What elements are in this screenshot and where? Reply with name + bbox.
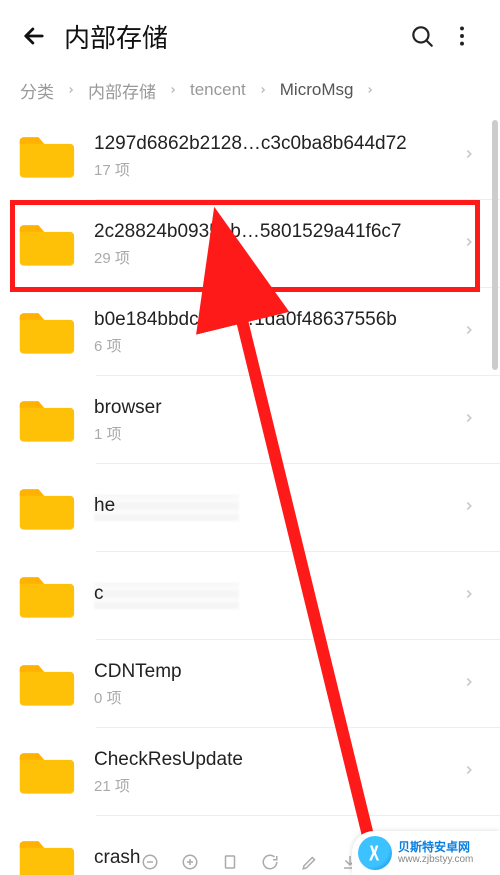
folder-text: 1297d6862b2128…c3c0ba8b644d72 17 项: [94, 133, 456, 180]
tool-icon[interactable]: [141, 853, 159, 871]
search-icon[interactable]: [402, 16, 442, 56]
folder-icon: [16, 659, 76, 709]
folder-row[interactable]: 1297d6862b2128…c3c0ba8b644d72 17 项: [0, 112, 500, 200]
folder-name: browser: [94, 397, 456, 419]
tool-icon[interactable]: [181, 853, 199, 871]
breadcrumb-item[interactable]: MicroMsg: [280, 80, 354, 100]
folder-item-count: 0 项: [94, 687, 456, 708]
folder-row[interactable]: b0e184bbdc4a ff…1da0f48637556b 6 项: [0, 288, 500, 376]
chevron-right-icon: [462, 763, 478, 782]
folder-name: CDNTemp: [94, 661, 456, 683]
folder-icon: [16, 483, 76, 533]
breadcrumb-item[interactable]: 内部存储: [88, 78, 156, 103]
folder-item-count: 21 项: [94, 775, 456, 796]
folder-text: b0e184bbdc4a ff…1da0f48637556b 6 项: [94, 309, 456, 356]
folder-text: 2c28824b0935ab…5801529a41f6c7 29 项: [94, 221, 456, 268]
watermark: 贝斯特安卓网 www.zjbstyy.com: [352, 831, 500, 875]
scrollbar[interactable]: [492, 120, 498, 370]
chevron-right-icon: [462, 499, 478, 518]
chevron-right-icon: [168, 85, 178, 95]
folder-text: CheckResUpdate 21 项: [94, 749, 456, 796]
folder-icon: [16, 219, 76, 269]
folder-text: c: [94, 583, 456, 609]
bottom-toolbar: [141, 853, 359, 871]
folder-row[interactable]: CDNTemp 0 项: [0, 640, 500, 728]
tool-icon[interactable]: [261, 853, 279, 871]
chevron-right-icon: [462, 587, 478, 606]
page-title: 内部存储: [64, 18, 402, 55]
folder-row[interactable]: he: [0, 464, 500, 552]
breadcrumb-item[interactable]: 分类: [20, 78, 54, 103]
folder-name: he: [94, 495, 456, 517]
folder-row[interactable]: 2c28824b0935ab…5801529a41f6c7 29 项: [0, 200, 500, 288]
more-menu-icon[interactable]: [442, 16, 482, 56]
folder-row[interactable]: c: [0, 552, 500, 640]
tool-icon[interactable]: [301, 853, 319, 871]
folder-row[interactable]: browser 1 项: [0, 376, 500, 464]
folder-name: 1297d6862b2128…c3c0ba8b644d72: [94, 133, 456, 155]
folder-text: he: [94, 495, 456, 521]
folder-text: CDNTemp 0 项: [94, 661, 456, 708]
chevron-right-icon: [66, 85, 76, 95]
chevron-right-icon: [462, 235, 478, 254]
folder-text: browser 1 项: [94, 397, 456, 444]
chevron-right-icon: [462, 323, 478, 342]
folder-item-count: 17 项: [94, 159, 456, 180]
folder-icon: [16, 747, 76, 797]
chevron-right-icon: [365, 85, 375, 95]
chevron-right-icon: [462, 675, 478, 694]
chevron-right-icon: [258, 85, 268, 95]
folder-item-count: 29 项: [94, 247, 456, 268]
folder-item-count: 6 项: [94, 335, 456, 356]
watermark-logo-icon: [358, 836, 392, 870]
folder-icon: [16, 395, 76, 445]
back-arrow-icon[interactable]: [18, 20, 50, 52]
folder-icon: [16, 571, 76, 621]
breadcrumb-item[interactable]: tencent: [190, 80, 246, 100]
folder-icon: [16, 131, 76, 181]
tool-icon[interactable]: [221, 853, 239, 871]
folder-icon: [16, 307, 76, 357]
folder-name: c: [94, 583, 456, 605]
folder-name: CheckResUpdate: [94, 749, 456, 771]
chevron-right-icon: [462, 411, 478, 430]
watermark-title: 贝斯特安卓网: [398, 841, 473, 854]
watermark-url: www.zjbstyy.com: [398, 854, 473, 865]
folder-name: 2c28824b0935ab…5801529a41f6c7: [94, 221, 456, 243]
chevron-right-icon: [462, 147, 478, 166]
folder-row[interactable]: CheckResUpdate 21 项: [0, 728, 500, 816]
folder-item-count: 1 项: [94, 423, 456, 444]
folder-name: b0e184bbdc4a ff…1da0f48637556b: [94, 309, 456, 331]
folder-icon: [16, 835, 76, 875]
breadcrumb: 分类 内部存储 tencent MicroMsg: [0, 72, 500, 108]
